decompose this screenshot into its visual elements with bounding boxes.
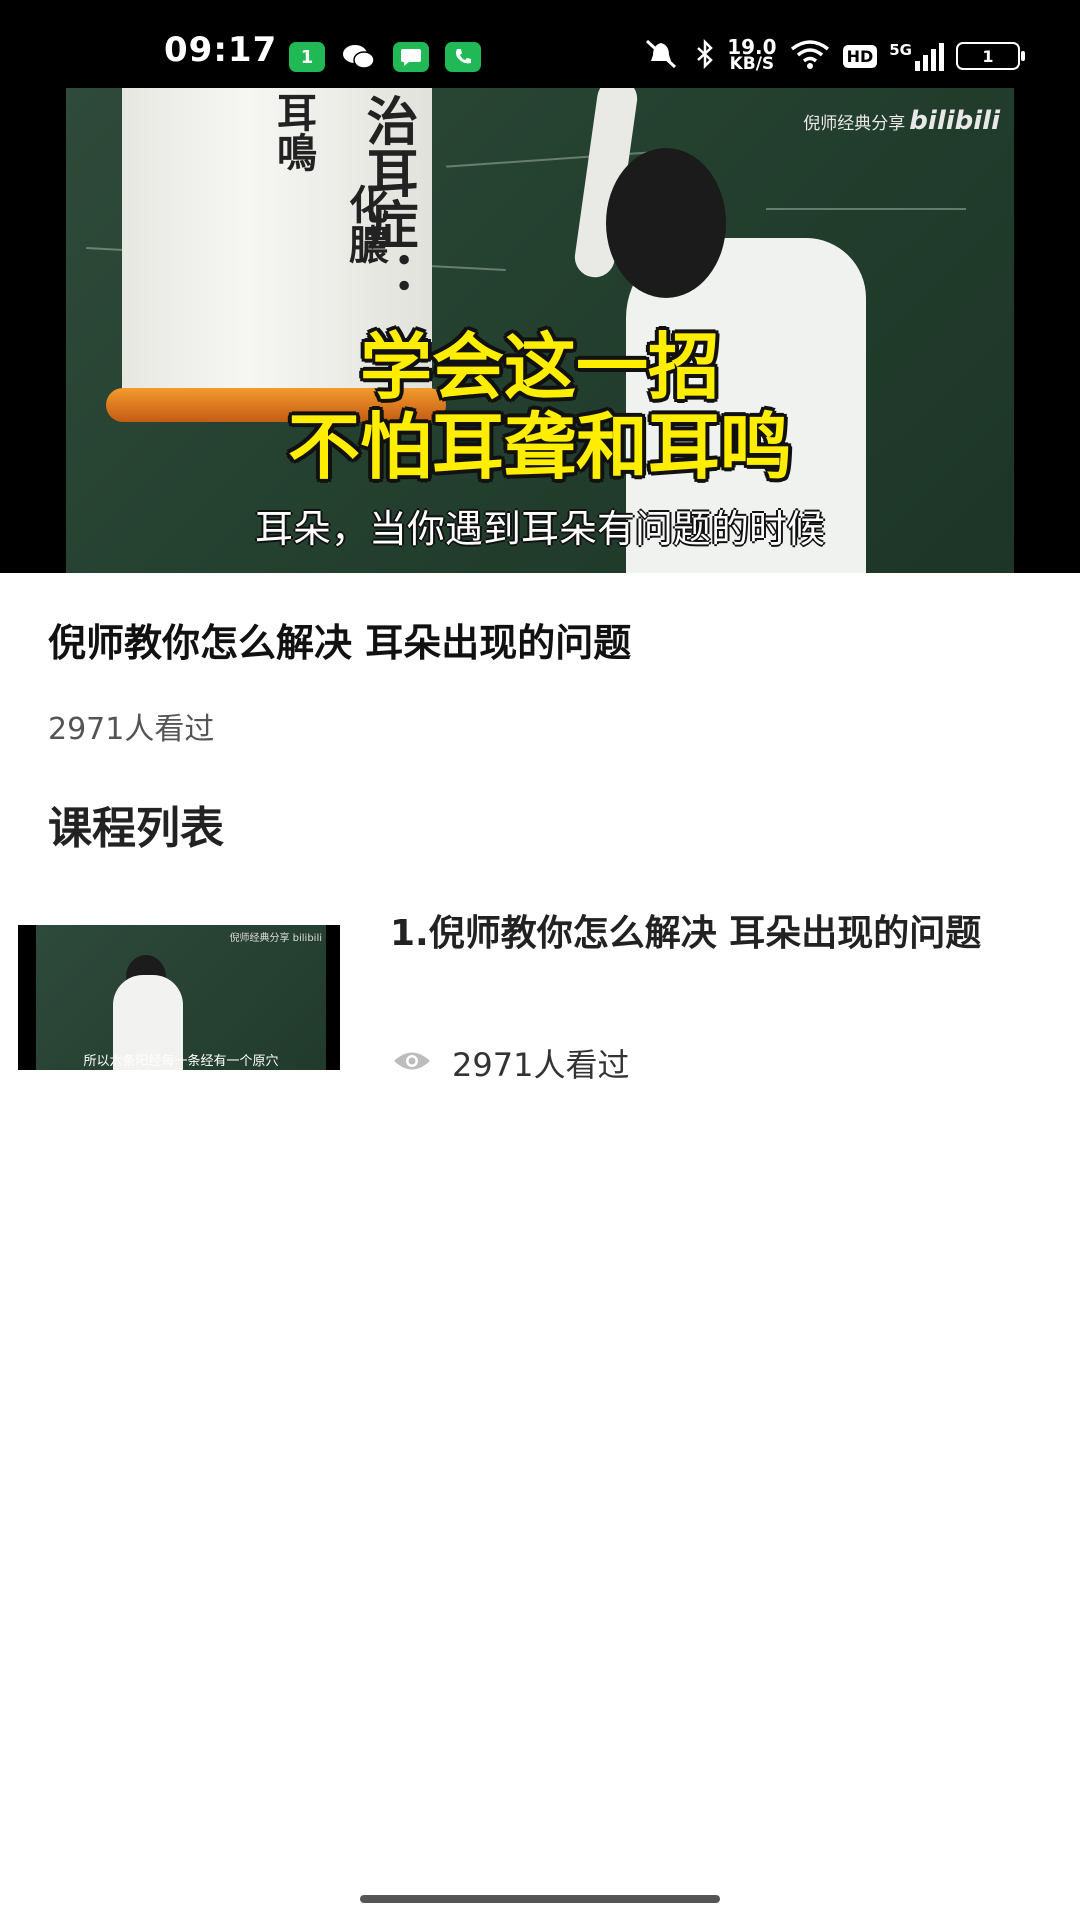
video-watermark: 倪师经典分享 bilibili	[803, 106, 1000, 136]
course-list-heading: 课程列表	[48, 803, 224, 854]
bluetooth-icon	[695, 38, 715, 73]
status-time: 09:17	[164, 30, 278, 70]
scroll-text-1: 耳鳴	[270, 92, 317, 172]
wechat-icon	[341, 42, 377, 72]
lesson-list-item[interactable]: 倪师经典分享 bilibili 所以六条阳经每一条经有一个原穴 1.倪师教你怎么…	[18, 910, 1062, 1084]
tiktok-icon: 1	[289, 42, 325, 72]
battery-level: 1	[982, 46, 994, 66]
wifi-icon	[789, 39, 831, 73]
thumbnail-watermark: 倪师经典分享 bilibili	[229, 933, 322, 944]
lesson-meta: 2971人看过	[392, 1040, 629, 1086]
video-caption-line-2: 不怕耳聋和耳鸣	[287, 405, 792, 489]
phone-icon	[445, 42, 481, 72]
teacher-head	[606, 148, 726, 298]
eye-icon	[392, 1044, 432, 1082]
video-subtitle: 耳朵，当你遇到耳朵有问题的时候	[254, 507, 825, 551]
hd-badge: HD	[842, 44, 878, 68]
app-badge: 1	[300, 46, 314, 68]
course-view-count: 2971人看过	[48, 712, 215, 747]
battery-icon: 1	[956, 42, 1025, 70]
lesson-thumbnail[interactable]: 倪师经典分享 bilibili 所以六条阳经每一条经有一个原穴	[18, 925, 340, 1070]
status-bar: 09:17 1 19.0 KB/S HD 5G 1	[0, 0, 1080, 88]
watermark-text: 倪师经典分享	[803, 114, 906, 134]
status-right-group: 19.0 KB/S HD 5G 1	[639, 37, 1025, 74]
mute-icon	[639, 39, 683, 73]
scroll-text-3: 治耳症：	[357, 94, 418, 302]
video-frame[interactable]: 耳鳴 化膿 治耳症： 倪师经典分享 bilibili 学会这一招 不怕耳聋和耳鸣 …	[66, 88, 1014, 573]
video-player[interactable]: 耳鳴 化膿 治耳症： 倪师经典分享 bilibili 学会这一招 不怕耳聋和耳鸣 …	[0, 88, 1080, 573]
video-caption-line-1: 学会这一招	[359, 325, 720, 409]
bilibili-logo: bilibili	[909, 106, 1000, 136]
messages-icon	[393, 42, 429, 72]
signal-icon: 5G	[889, 41, 944, 71]
lesson-view-count: 2971人看过	[452, 1046, 630, 1084]
network-type: 5G	[889, 41, 912, 59]
network-speed-unit: KB/S	[729, 54, 775, 74]
network-speed: 19.0 KB/S	[727, 37, 776, 74]
thumbnail-subtitle: 所以六条阳经每一条经有一个原穴	[83, 1054, 279, 1069]
lesson-title[interactable]: 1.倪师教你怎么解决 耳朵出现的问题	[390, 910, 1050, 958]
home-indicator[interactable]	[360, 1895, 720, 1903]
course-title: 倪师教你怎么解决 耳朵出现的问题	[48, 621, 632, 665]
